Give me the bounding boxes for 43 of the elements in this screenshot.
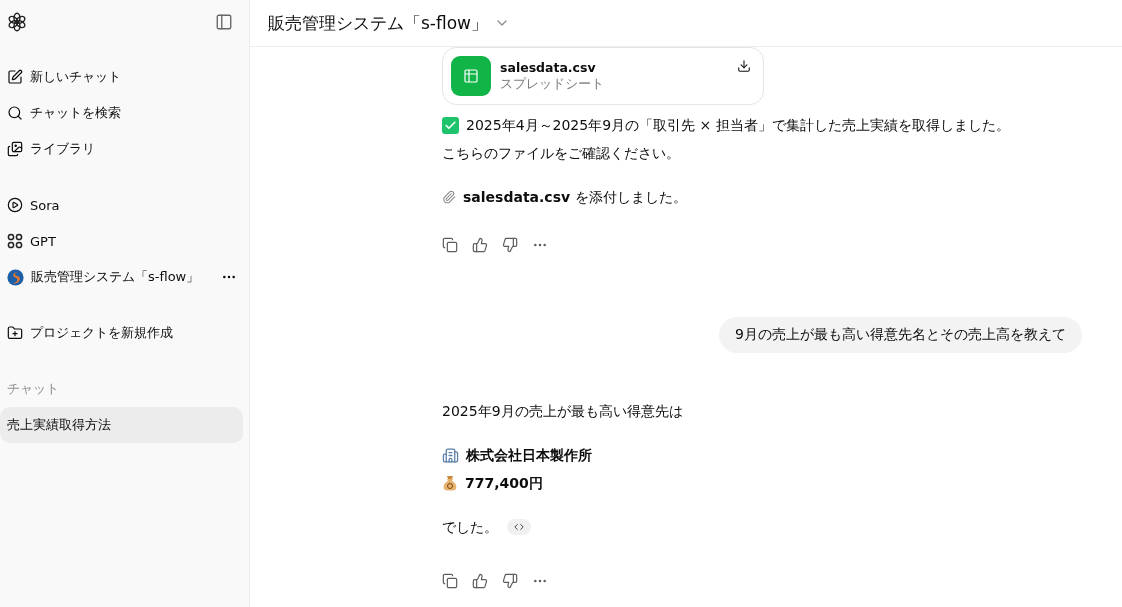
search-icon	[7, 105, 23, 121]
company-name: 株式会社日本製作所	[466, 446, 592, 465]
money-bag-icon	[442, 474, 458, 492]
copy-icon[interactable]	[442, 573, 458, 589]
section-label: チャット	[6, 379, 60, 398]
sidebar-item[interactable]: ライブラリ	[0, 131, 243, 167]
edit-icon	[7, 69, 23, 85]
sidebar-item[interactable]: GPT	[0, 223, 243, 259]
grid-icon	[7, 233, 23, 249]
sidebar-item[interactable]: Sora	[0, 187, 243, 223]
thumbs-down-icon[interactable]	[502, 573, 518, 589]
file-card[interactable]: salesdata.csv スプレッドシート	[442, 47, 764, 105]
thumbs-down-icon[interactable]	[502, 237, 518, 253]
s-logo-icon	[7, 268, 24, 286]
chat-item[interactable]: 売上実績取得方法	[0, 407, 243, 443]
message-text: でした。	[442, 518, 498, 537]
message-text: こちらのファイルをご確認ください。	[442, 144, 680, 163]
chat-title[interactable]: 販売管理システム「s-flow」	[268, 11, 488, 35]
paperclip-icon	[442, 190, 456, 204]
folder-plus-icon	[7, 325, 23, 341]
sidebar-toggle-icon[interactable]	[215, 13, 233, 31]
sidebar-item[interactable]: プロジェクトを新規作成	[0, 315, 243, 351]
message-text: salesdata.csv を添付しました。	[463, 188, 687, 207]
copy-icon[interactable]	[442, 237, 458, 253]
building-icon	[442, 446, 459, 464]
user-message: 9月の売上が最も高い得意先名とその売上高を教えて	[719, 317, 1082, 353]
play-icon	[7, 197, 23, 213]
sidebar-item[interactable]: 販売管理システム「s-flow」	[0, 259, 243, 295]
download-icon[interactable]	[737, 59, 751, 73]
amount-text: 777,400円	[465, 474, 543, 493]
logo-icon[interactable]	[6, 11, 28, 33]
message-text: 2025年4月～2025年9月の「取引先 × 担当者」で集計した売上実績を取得しました。	[466, 116, 1010, 135]
thumbs-up-icon[interactable]	[472, 573, 488, 589]
message-text: 2025年9月の売上が最も高い得意先は	[442, 402, 683, 421]
sidebar-item[interactable]: チャットを検索	[0, 95, 243, 131]
images-icon	[7, 141, 23, 157]
file-name: salesdata.csv	[500, 59, 597, 75]
thumbs-up-icon[interactable]	[472, 237, 488, 253]
file-type: スプレッドシート	[500, 75, 605, 93]
table-icon	[463, 68, 479, 84]
sidebar-item[interactable]: 新しいチャット	[0, 59, 243, 95]
code-chip-icon[interactable]	[507, 519, 531, 535]
code-icon	[514, 522, 524, 532]
